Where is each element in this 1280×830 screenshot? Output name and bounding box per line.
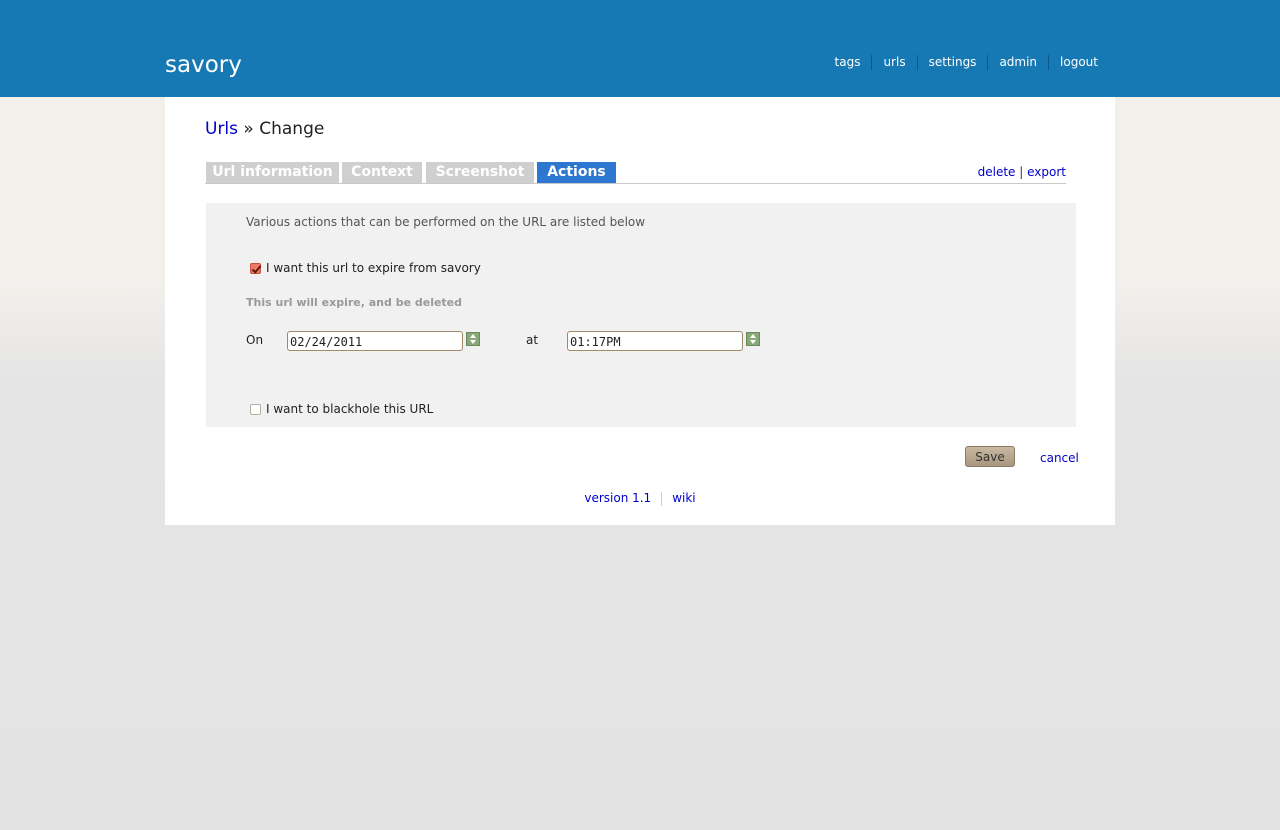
tab-links: delete | export [978, 165, 1066, 179]
nav-logout[interactable]: logout [1048, 55, 1098, 70]
tab-screenshot[interactable]: Screenshot [426, 162, 534, 183]
actions-panel: Various actions that can be performed on… [206, 203, 1076, 427]
tab-actions[interactable]: Actions [537, 162, 616, 183]
wiki-link[interactable]: wiki [662, 491, 705, 505]
on-label: On [246, 333, 264, 347]
nav-urls[interactable]: urls [871, 55, 916, 70]
breadcrumb-current: Change [259, 119, 325, 139]
footer: version 1.1 wiki [165, 491, 1115, 506]
version-link[interactable]: version 1.1 [574, 491, 661, 505]
nav-admin[interactable]: admin [987, 55, 1048, 70]
breadcrumb: Urls » Change [205, 119, 324, 139]
expire-option[interactable]: I want this url to expire from savory [250, 261, 481, 275]
breadcrumb-separator: » [243, 119, 254, 139]
tab-url-information[interactable]: Url information [206, 162, 339, 183]
expire-label: I want this url to expire from savory [266, 261, 481, 275]
app-logo[interactable]: savory [165, 52, 242, 78]
links-separator: | [1019, 165, 1024, 179]
time-spinner-icon[interactable] [746, 332, 760, 346]
expire-time-input[interactable]: 01:17PM [567, 331, 743, 351]
content-card: Urls » Change Url information Context Sc… [165, 97, 1115, 525]
nav-tags[interactable]: tags [824, 55, 872, 70]
cancel-link[interactable]: cancel [1040, 451, 1079, 465]
panel-description: Various actions that can be performed on… [246, 215, 646, 229]
tab-context[interactable]: Context [342, 162, 422, 183]
export-link[interactable]: export [1027, 165, 1066, 179]
date-spinner-icon[interactable] [466, 332, 480, 346]
expire-note: This url will expire, and be deleted [246, 296, 463, 309]
at-label: at [526, 333, 539, 347]
tab-bar: Url information Context Screenshot Actio… [205, 161, 1066, 184]
header-bar: savory tags urls settings admin logout [0, 0, 1280, 97]
breadcrumb-urls-link[interactable]: Urls [205, 119, 238, 139]
blackhole-label: I want to blackhole this URL [266, 402, 434, 416]
nav-settings[interactable]: settings [916, 55, 988, 70]
blackhole-checkbox[interactable] [250, 403, 261, 415]
delete-link[interactable]: delete [978, 165, 1016, 179]
blackhole-option[interactable]: I want to blackhole this URL [250, 402, 433, 416]
expire-date-input[interactable]: 02/24/2011 [287, 331, 463, 351]
expire-checkbox[interactable] [250, 262, 261, 274]
top-nav: tags urls settings admin logout [824, 55, 1098, 70]
save-button[interactable]: Save [965, 446, 1015, 467]
